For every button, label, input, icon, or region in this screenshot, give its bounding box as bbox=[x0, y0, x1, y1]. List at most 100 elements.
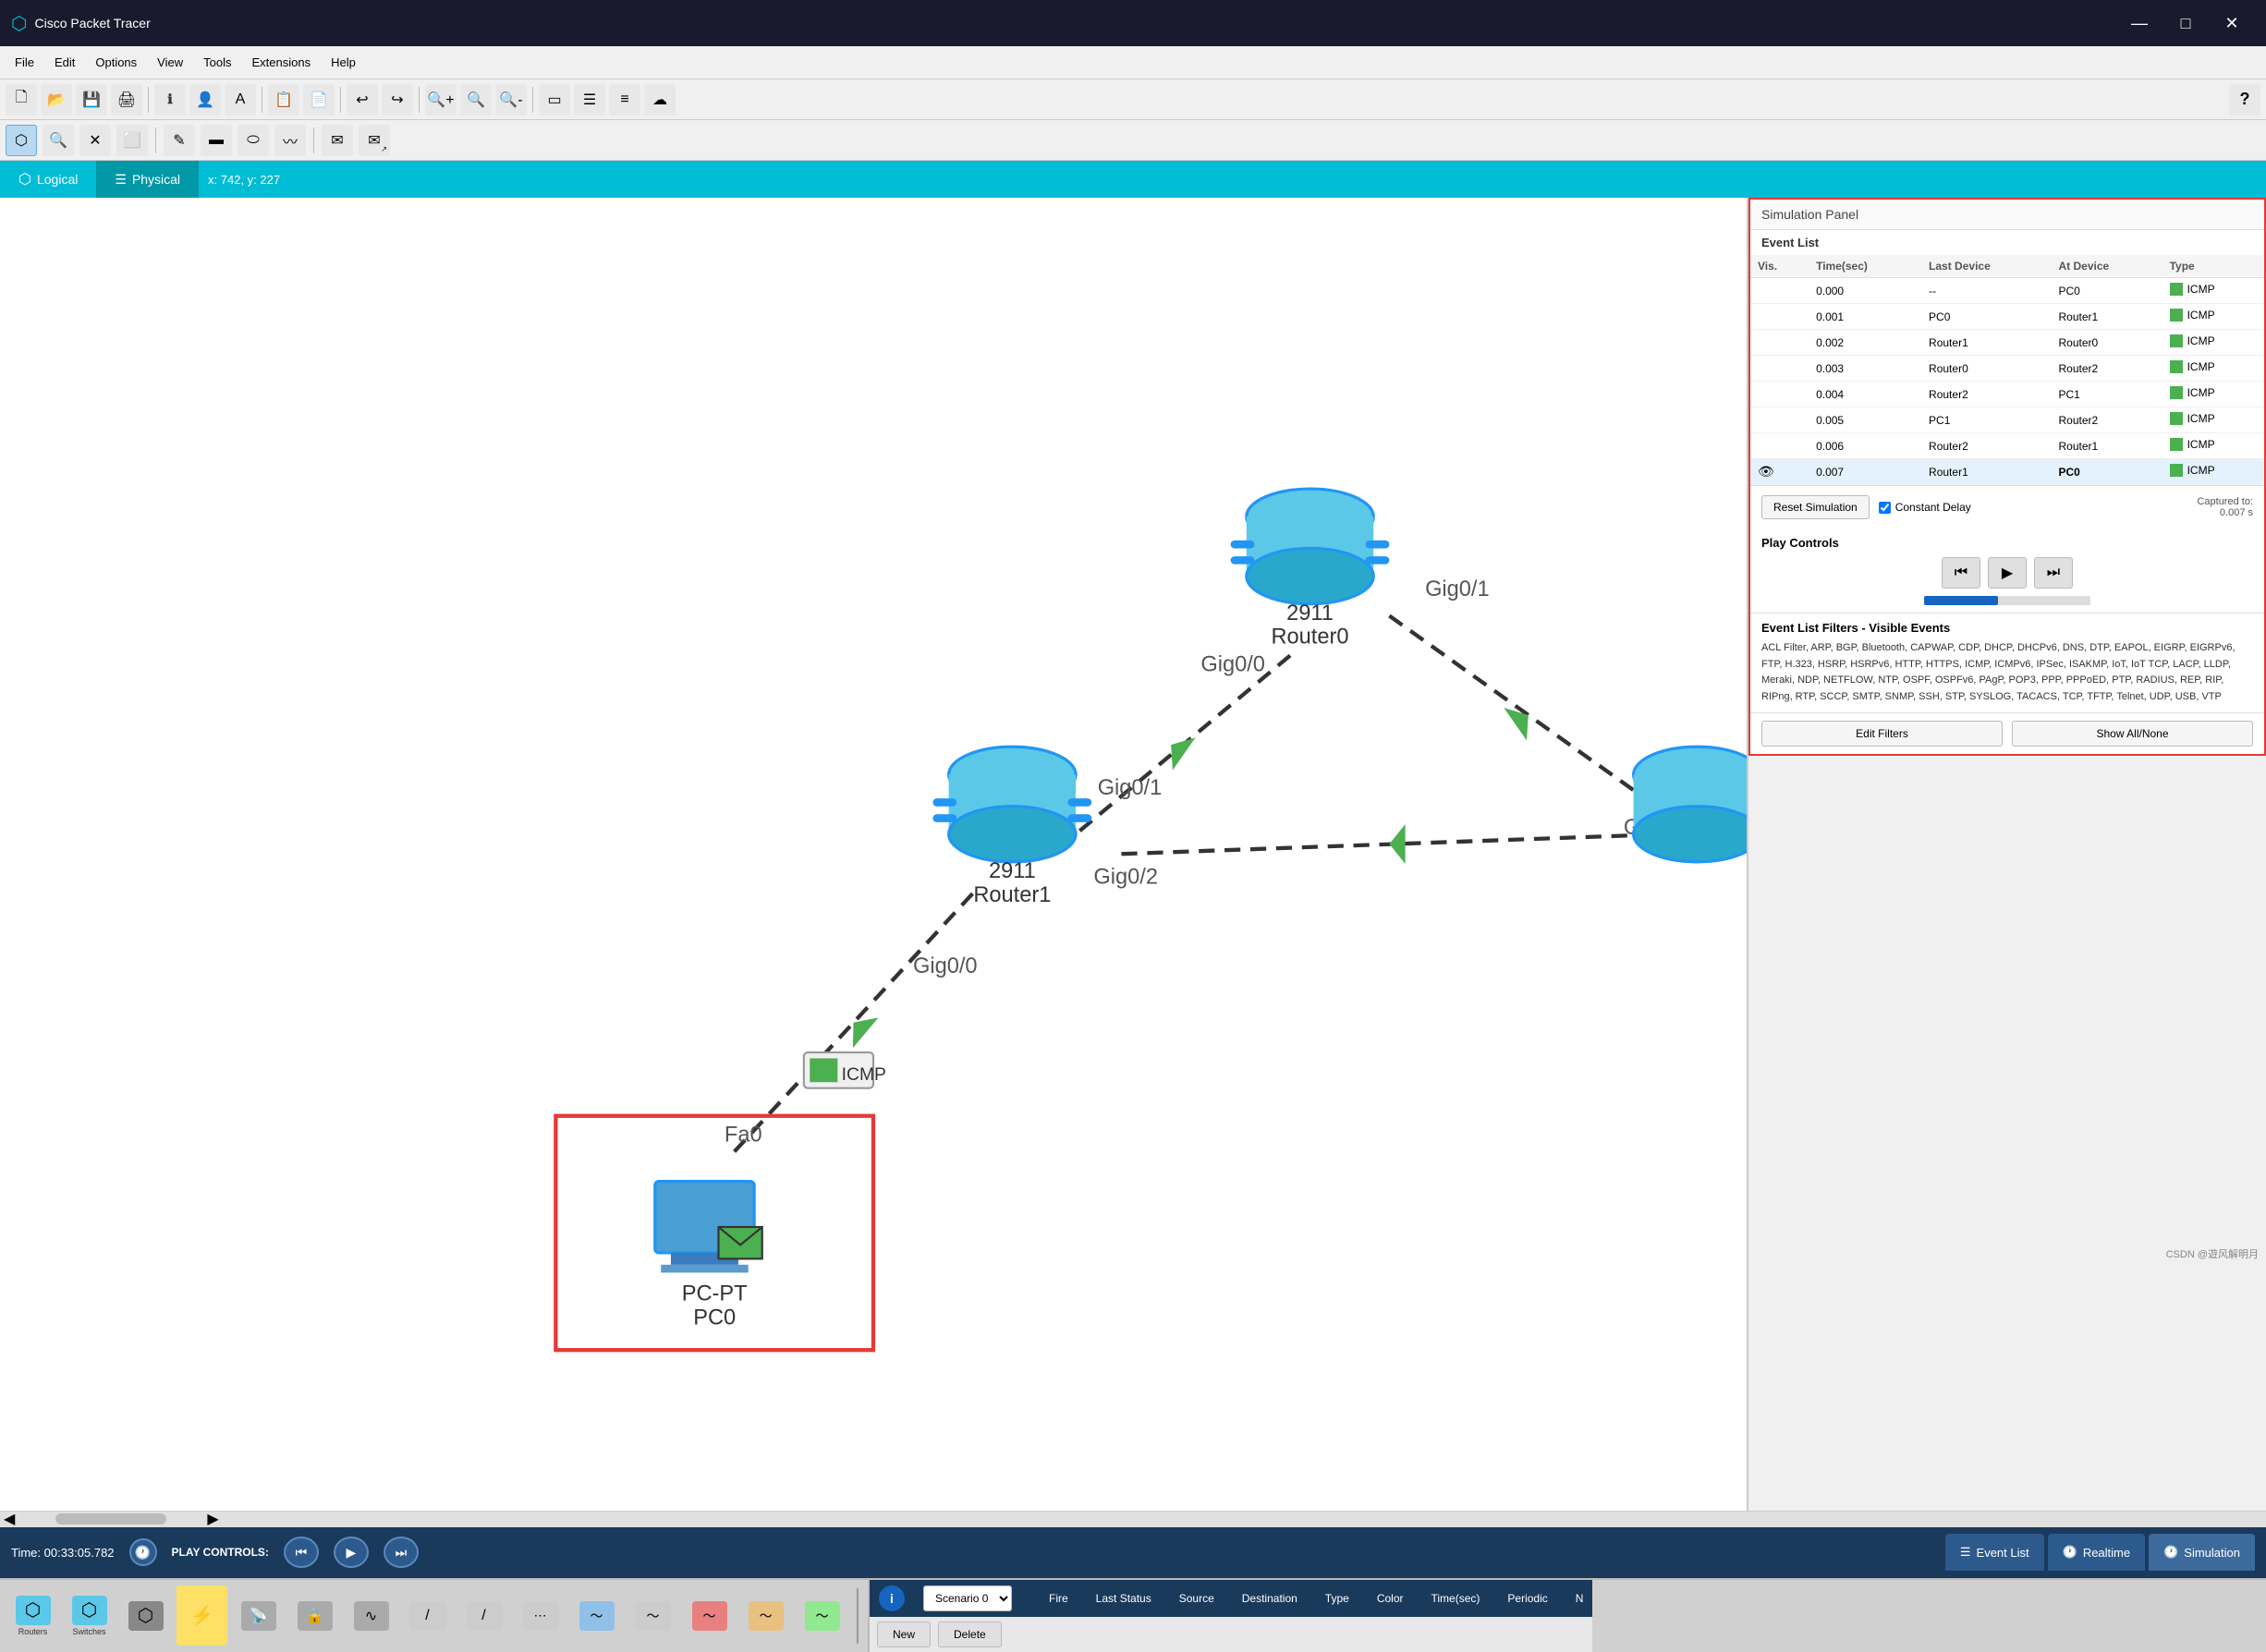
event-row[interactable]: 0.005PC1Router2ICMP bbox=[1750, 407, 2264, 433]
play-ctrl-forward[interactable]: ⏭ bbox=[384, 1537, 419, 1568]
rect-select-tool[interactable]: ⬜ bbox=[116, 125, 148, 156]
close-button[interactable]: ✕ bbox=[2209, 0, 2255, 46]
conn2-category[interactable]: / bbox=[458, 1585, 509, 1646]
menu-file[interactable]: File bbox=[6, 52, 43, 73]
conn4-category[interactable]: 〜 bbox=[571, 1585, 622, 1646]
svg-text:Fa0: Fa0 bbox=[725, 1124, 762, 1148]
menu-options[interactable]: Options bbox=[86, 52, 146, 73]
show-all-none-button[interactable]: Show All/None bbox=[2012, 721, 2253, 747]
constant-delay-checkbox[interactable] bbox=[1879, 502, 1891, 514]
text-button[interactable]: A bbox=[225, 84, 256, 115]
event-at-device: Router2 bbox=[2052, 407, 2162, 433]
menu-help[interactable]: Help bbox=[322, 52, 365, 73]
event-row[interactable]: 0.006Router2Router1ICMP bbox=[1750, 433, 2264, 459]
grid-button[interactable]: ≡ bbox=[609, 84, 640, 115]
user-button[interactable]: 👤 bbox=[189, 84, 221, 115]
event-at-device: Router1 bbox=[2052, 433, 2162, 459]
help-button[interactable]: ? bbox=[2229, 84, 2260, 115]
event-time: 0.000 bbox=[1809, 278, 1921, 304]
constant-delay-text: Constant Delay bbox=[1895, 501, 1971, 514]
reset-simulation-button[interactable]: Reset Simulation bbox=[1761, 495, 1870, 519]
event-row[interactable]: 0.000--PC0ICMP bbox=[1750, 278, 2264, 304]
pdu-info-icon[interactable]: i bbox=[879, 1585, 905, 1611]
progress-bar[interactable] bbox=[1924, 596, 2090, 605]
time-icon[interactable]: 🕐 bbox=[129, 1538, 157, 1566]
event-at-device: Router0 bbox=[2052, 330, 2162, 356]
wan-category[interactable]: ∿ bbox=[346, 1585, 396, 1646]
minimize-button[interactable]: — bbox=[2116, 0, 2162, 46]
conn8-category[interactable]: 〜 bbox=[797, 1585, 847, 1646]
note-tool[interactable]: ✉ bbox=[322, 125, 353, 156]
window-button[interactable]: ▭ bbox=[539, 84, 570, 115]
scenario-selector[interactable]: Scenario 0 bbox=[923, 1585, 1012, 1611]
event-row[interactable]: 👁0.007Router1PC0ICMP bbox=[1750, 459, 2264, 485]
menu-view[interactable]: View bbox=[148, 52, 192, 73]
zoom-in-button[interactable]: 🔍+ bbox=[425, 84, 457, 115]
cloud-button[interactable]: ☁ bbox=[644, 84, 676, 115]
save-file-button[interactable]: 💾 bbox=[76, 84, 107, 115]
new-file-button[interactable]: 🗋 bbox=[6, 84, 37, 115]
play-ctrl-rewind[interactable]: ⏮ bbox=[284, 1537, 319, 1568]
open-file-button[interactable]: 📂 bbox=[41, 84, 72, 115]
line-tool[interactable]: ▬ bbox=[201, 125, 232, 156]
edit-filters-button[interactable]: Edit Filters bbox=[1761, 721, 2003, 747]
conn6-category[interactable]: 〜 bbox=[684, 1585, 735, 1646]
menu-tools[interactable]: Tools bbox=[194, 52, 240, 73]
play-button[interactable]: ▶ bbox=[1988, 557, 2027, 589]
ellipse-tool[interactable]: ⬭ bbox=[238, 125, 269, 156]
play-controls-label: PLAY CONTROLS: bbox=[172, 1546, 269, 1559]
zoom-out-button[interactable]: 🔍- bbox=[495, 84, 527, 115]
curve-tool[interactable]: 〰 bbox=[274, 125, 306, 156]
conn5-category[interactable]: 〜 bbox=[627, 1585, 678, 1646]
router-category[interactable]: ⬡ Routers bbox=[7, 1585, 58, 1646]
physical-tab[interactable]: ☰ Physical bbox=[96, 161, 199, 198]
scrollbar-thumb[interactable] bbox=[55, 1513, 166, 1524]
redo-button[interactable]: ↪ bbox=[382, 84, 413, 115]
select-tool[interactable]: ⬡ bbox=[6, 125, 37, 156]
info-button[interactable]: ℹ bbox=[154, 84, 186, 115]
canvas-area[interactable]: Gig0/0 Gig0/1 Gig0/1 Gig0/2 Gig0/2 Gig0/… bbox=[0, 198, 1748, 1511]
paste-button[interactable]: 📄 bbox=[303, 84, 335, 115]
zoom-select-tool[interactable]: 🔍 bbox=[43, 125, 74, 156]
delete-tool[interactable]: ✕ bbox=[79, 125, 111, 156]
hub-category[interactable]: ⬡ bbox=[120, 1585, 171, 1646]
wireless-category[interactable]: 📡 bbox=[233, 1585, 284, 1646]
conn1-category[interactable]: / bbox=[402, 1585, 453, 1646]
copy-button[interactable]: 📋 bbox=[268, 84, 299, 115]
event-row[interactable]: 0.002Router1Router0ICMP bbox=[1750, 330, 2264, 356]
horizontal-scrollbar[interactable]: ◀ ▶ bbox=[0, 1511, 2266, 1527]
draw-tool[interactable]: ✎ bbox=[164, 125, 195, 156]
delete-pdu-button[interactable]: Delete bbox=[938, 1622, 1002, 1647]
menu-extensions[interactable]: Extensions bbox=[242, 52, 320, 73]
event-table: Vis. Time(sec) Last Device At Device Typ… bbox=[1750, 255, 2264, 485]
conn3-category[interactable]: ⋯ bbox=[515, 1585, 566, 1646]
switch-category[interactable]: ⬡ Switches bbox=[64, 1585, 115, 1646]
zoom-fit-button[interactable]: 🔍 bbox=[460, 84, 492, 115]
maximize-button[interactable]: □ bbox=[2162, 0, 2209, 46]
conn7-category[interactable]: 〜 bbox=[740, 1585, 791, 1646]
rewind-button[interactable]: ⏮ bbox=[1942, 557, 1980, 589]
event-row[interactable]: 0.004Router2PC1ICMP bbox=[1750, 382, 2264, 407]
realtime-tab[interactable]: 🕐 Realtime bbox=[2048, 1534, 2145, 1571]
play-ctrl-play[interactable]: ▶ bbox=[334, 1537, 369, 1568]
event-at-device: Router1 bbox=[2052, 304, 2162, 330]
forward-button[interactable]: ⏭ bbox=[2034, 557, 2073, 589]
print-button[interactable]: 🖨 bbox=[111, 84, 142, 115]
email-tool[interactable]: ✉↗ bbox=[359, 125, 390, 156]
simulation-panel: Simulation Panel Event List Vis. Time(se… bbox=[1748, 198, 2266, 756]
svg-text:Gig0/0: Gig0/0 bbox=[1200, 653, 1265, 677]
event-row[interactable]: 0.001PC0Router1ICMP bbox=[1750, 304, 2264, 330]
menu-edit[interactable]: Edit bbox=[45, 52, 84, 73]
col-time: Time(sec) bbox=[1431, 1592, 1480, 1605]
lightning-category[interactable]: ⚡ bbox=[177, 1585, 227, 1646]
event-list-tab[interactable]: ☰ Event List bbox=[1945, 1534, 2044, 1571]
new-pdu-button[interactable]: New bbox=[877, 1622, 931, 1647]
undo-button[interactable]: ↩ bbox=[347, 84, 378, 115]
security-category[interactable]: 🔒 bbox=[289, 1585, 340, 1646]
event-row[interactable]: 0.003Router0Router2ICMP bbox=[1750, 356, 2264, 382]
simulation-tab[interactable]: 🕐 Simulation bbox=[2149, 1534, 2255, 1571]
logical-tab[interactable]: ⬡ Logical bbox=[0, 161, 96, 198]
app-title: Cisco Packet Tracer bbox=[34, 16, 2116, 30]
list-button[interactable]: ☰ bbox=[574, 84, 605, 115]
toolbar2: ⬡ 🔍 ✕ ⬜ ✎ ▬ ⬭ 〰 ✉ ✉↗ bbox=[0, 120, 2266, 161]
